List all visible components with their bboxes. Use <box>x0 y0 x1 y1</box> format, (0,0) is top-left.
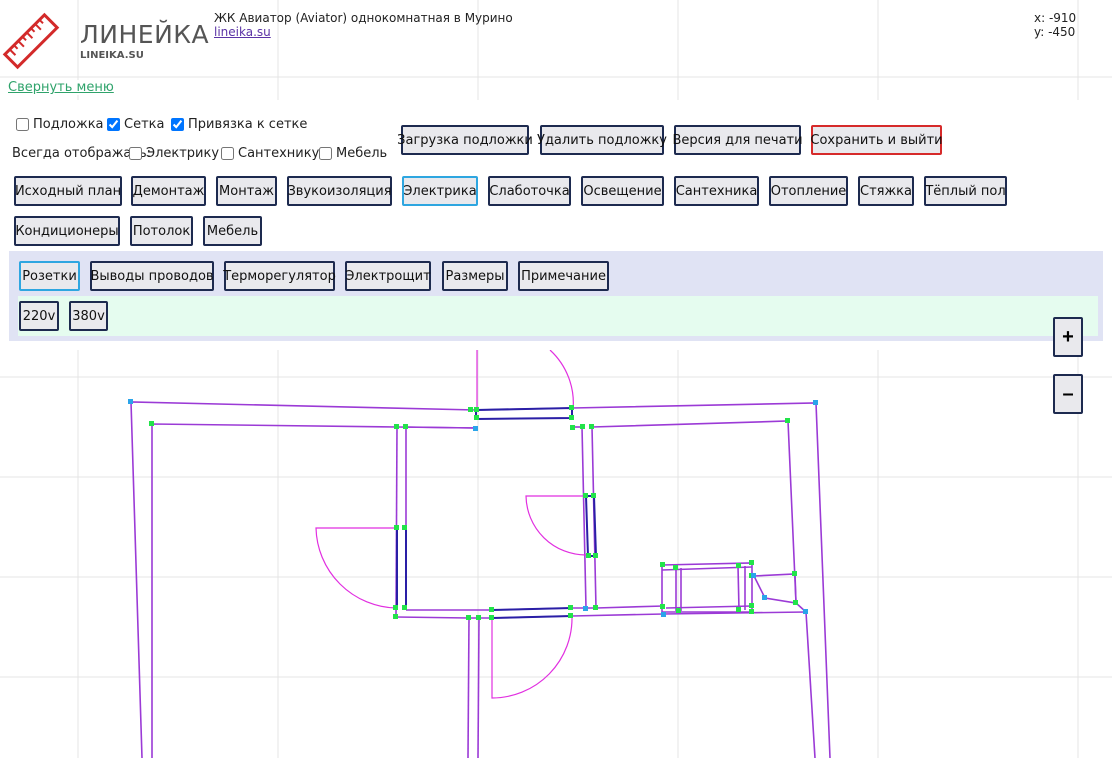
stage-button-screed[interactable]: Стяжка <box>858 176 914 206</box>
show-plumbing-input[interactable] <box>221 147 234 160</box>
coord-x: x: -910 <box>1034 11 1077 25</box>
snap-checkbox-input[interactable] <box>171 118 184 131</box>
show-electric-label: Электрику <box>146 146 220 161</box>
show-plumbing-label: Сантехнику <box>238 146 320 161</box>
zoom-out-button[interactable]: – <box>1053 374 1083 414</box>
ruler-icon[interactable] <box>0 10 62 72</box>
delete-underlay-button[interactable]: Удалить подложку <box>537 125 667 155</box>
underlay-label: Подложка <box>33 117 104 132</box>
collapse-menu-link[interactable]: Свернуть меню <box>8 80 116 95</box>
show-plumbing-checkbox[interactable]: Сантехнику <box>221 146 319 161</box>
outer-wall <box>130 401 831 758</box>
stage-button-furniture[interactable]: Мебель <box>203 216 262 246</box>
corridor-wall-right <box>805 611 816 758</box>
show-furniture-label: Мебель <box>336 146 388 161</box>
show-furniture-input[interactable] <box>319 147 332 160</box>
door-arc-right <box>525 495 587 556</box>
bottom-wall <box>395 611 807 619</box>
inner-wall-right <box>591 420 807 613</box>
room-wall-right <box>581 426 587 609</box>
underlay-checkbox[interactable]: Подложка <box>16 117 104 132</box>
show-electric-checkbox[interactable]: Электрику <box>129 146 219 161</box>
show-electric-input[interactable] <box>129 147 142 160</box>
cabinet-divider <box>737 565 740 611</box>
stage-button-ceiling[interactable]: Потолок <box>130 216 193 246</box>
print-version-button[interactable]: Версия для печати <box>672 125 803 155</box>
tool-button-wire-outputs[interactable]: Выводы проводов <box>90 261 214 291</box>
stage-button-electrics[interactable]: Электрика <box>402 176 478 206</box>
underlay-checkbox-input[interactable] <box>16 118 29 131</box>
inner-wall <box>151 423 477 758</box>
stage-button-soundproofing[interactable]: Звукоизоляция <box>287 176 392 206</box>
cabinet-corner <box>753 573 797 604</box>
corridor-wall-left <box>467 617 470 758</box>
tool-button-sockets[interactable]: Розетки <box>19 261 80 291</box>
grid-checkbox[interactable]: Сетка <box>107 117 164 132</box>
logo-title: ЛИНЕЙКА <box>80 20 210 49</box>
load-underlay-button[interactable]: Загрузка подложки <box>397 125 533 155</box>
logo-subtitle: LINEIKA.SU <box>80 50 144 61</box>
door-arc-top <box>476 350 574 411</box>
voltage-button-220v[interactable]: 220v <box>19 301 59 331</box>
stage-button-initial-plan[interactable]: Исходный план <box>14 176 122 206</box>
site-link[interactable]: lineika.su <box>214 25 271 39</box>
voltage-panel <box>18 296 1098 336</box>
project-title: ЖК Авиатор (Aviator) однокомнатная в Мур… <box>214 11 513 25</box>
tool-button-note[interactable]: Примечание <box>518 261 609 291</box>
snap-checkbox[interactable]: Привязка к сетке <box>171 117 307 132</box>
door-arc-bottom <box>491 615 573 699</box>
stage-button-heating[interactable]: Отопление <box>769 176 848 206</box>
stage-button-warm-floor[interactable]: Тёплый пол <box>924 176 1007 206</box>
tool-button-switchboard[interactable]: Электрощит <box>345 261 431 291</box>
grid-checkbox-input[interactable] <box>107 118 120 131</box>
save-exit-button[interactable]: Сохранить и выйти <box>810 125 943 155</box>
door-opening-top <box>475 406 573 421</box>
stage-button-low-current[interactable]: Слаботочка <box>488 176 571 206</box>
stage-button-air-conditioners[interactable]: Кондиционеры <box>14 216 120 246</box>
stage-button-plumbing[interactable]: Сантехника <box>674 176 759 206</box>
door-arc-left <box>315 527 397 609</box>
grid-label: Сетка <box>124 117 165 132</box>
voltage-button-380v[interactable]: 380v <box>69 301 108 331</box>
corridor-wall-left-inner <box>477 617 480 758</box>
door-opening-bottom-outer <box>491 615 573 619</box>
tool-button-dimensions[interactable]: Размеры <box>442 261 508 291</box>
stage-button-lighting[interactable]: Освещение <box>581 176 664 206</box>
tool-button-thermostat[interactable]: Терморегулятор <box>223 261 336 291</box>
floor-plan-canvas[interactable] <box>0 350 1112 758</box>
coord-y: y: -450 <box>1034 25 1076 39</box>
cursor-coordinates: x: -910 y: -450 <box>1034 11 1076 39</box>
door-opening-bottom <box>491 607 573 611</box>
stage-button-demolition[interactable]: Демонтаж <box>131 176 206 206</box>
stage-button-mounting[interactable]: Монтаж <box>216 176 277 206</box>
room-wall-top <box>405 426 477 429</box>
snap-label: Привязка к сетке <box>188 117 308 132</box>
zoom-in-button[interactable]: + <box>1053 317 1083 357</box>
show-furniture-checkbox[interactable]: Мебель <box>319 146 387 161</box>
